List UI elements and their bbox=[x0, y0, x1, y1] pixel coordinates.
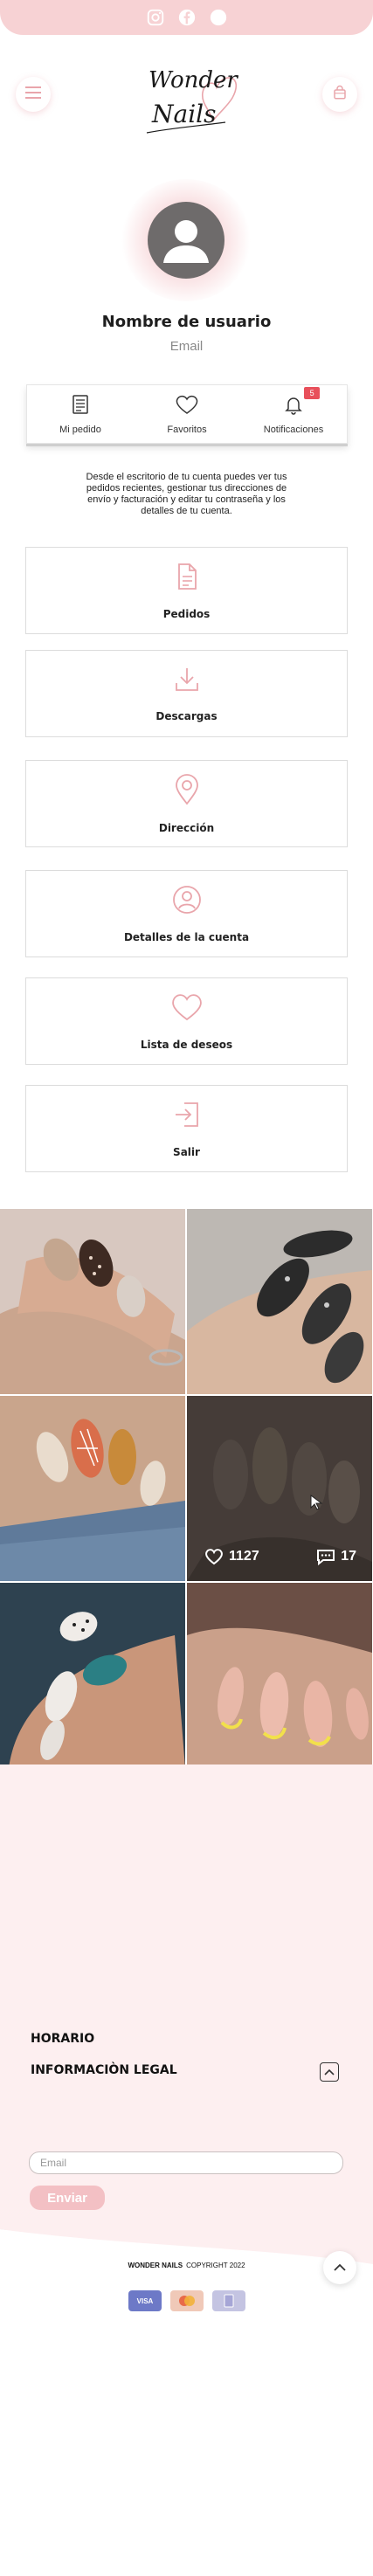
menu-pedidos[interactable]: Pedidos bbox=[25, 547, 348, 634]
circle-icon[interactable] bbox=[208, 7, 229, 28]
menu-salir[interactable]: Salir bbox=[25, 1085, 348, 1172]
gallery-photo-5[interactable] bbox=[0, 1583, 185, 1768]
menu-label: Salir bbox=[173, 1145, 200, 1158]
copyright: WONDER NAILS COPYRIGHT 2022 bbox=[0, 2262, 373, 2269]
accordion-toggle[interactable] bbox=[320, 2062, 339, 2082]
tab-notificaciones[interactable]: 5 Notificaciones bbox=[240, 385, 347, 443]
mastercard-icon bbox=[170, 2290, 204, 2311]
tab-label: Notificaciones bbox=[263, 424, 324, 435]
avatar-wrapper bbox=[121, 179, 252, 301]
user-silhouette-icon bbox=[163, 220, 209, 263]
menu-label: Dirección bbox=[158, 821, 215, 834]
newsletter-email-input[interactable] bbox=[29, 2151, 343, 2174]
menu-lista-deseos[interactable]: Lista de deseos bbox=[25, 977, 348, 1065]
heart-icon bbox=[205, 1549, 223, 1565]
chevron-up-icon bbox=[334, 2260, 346, 2276]
logout-icon bbox=[172, 1100, 202, 1134]
menu-label: Pedidos bbox=[162, 607, 211, 620]
shopping-bag-icon bbox=[332, 85, 348, 105]
tab-mi-pedido[interactable]: Mi pedido bbox=[27, 385, 134, 443]
menu-direccion[interactable]: Dirección bbox=[25, 760, 348, 847]
comments-count: 17 bbox=[316, 1548, 356, 1565]
menu-detalles-cuenta[interactable]: Detalles de la cuenta bbox=[25, 870, 348, 957]
heart-icon bbox=[175, 394, 199, 419]
logo-line1: Wonder bbox=[149, 67, 238, 93]
download-icon bbox=[173, 666, 201, 698]
instagram-icon[interactable] bbox=[145, 7, 166, 28]
cart-button[interactable] bbox=[322, 77, 357, 112]
scroll-to-top-button[interactable] bbox=[323, 2251, 356, 2284]
facebook-icon[interactable] bbox=[176, 7, 197, 28]
avatar[interactable] bbox=[148, 202, 224, 279]
post-stats: 1127 17 bbox=[204, 1548, 356, 1565]
hamburger-icon bbox=[25, 86, 41, 103]
menu-label: Detalles de la cuenta bbox=[123, 930, 250, 943]
footer-wave bbox=[0, 2229, 373, 2334]
order-list-icon bbox=[70, 394, 91, 419]
comment-icon bbox=[317, 1550, 335, 1565]
menu-descargas[interactable]: Descargas bbox=[25, 650, 348, 737]
likes-count: 1127 bbox=[204, 1548, 259, 1565]
menu-label: Descargas bbox=[155, 709, 218, 722]
gallery-photo-1[interactable] bbox=[0, 1209, 185, 1394]
payment-methods: VISA bbox=[128, 2290, 245, 2311]
account-description: Desde el escritorio de tu cuenta puedes … bbox=[86, 472, 287, 516]
username: Nombre de usuario bbox=[101, 313, 272, 331]
accordion-horario[interactable]: HORARIO bbox=[31, 2032, 94, 2046]
heart-icon bbox=[169, 992, 204, 1026]
chevron-up-icon bbox=[324, 2064, 335, 2080]
visa-icon: VISA bbox=[128, 2290, 162, 2311]
bell-icon bbox=[283, 394, 304, 419]
location-pin-icon bbox=[173, 773, 201, 810]
logo[interactable]: Wonder Nails bbox=[140, 52, 245, 148]
tab-favoritos[interactable]: Favoritos bbox=[134, 385, 240, 443]
notification-badge: 5 bbox=[304, 387, 321, 399]
gallery-photo-4[interactable]: 1127 17 bbox=[187, 1396, 372, 1581]
menu-button[interactable] bbox=[16, 77, 51, 112]
user-circle-icon bbox=[172, 885, 202, 919]
gallery-photo-2[interactable] bbox=[187, 1209, 372, 1394]
gallery-photo-6[interactable] bbox=[187, 1583, 372, 1768]
tab-label: Mi pedido bbox=[59, 424, 101, 435]
cursor-icon bbox=[309, 1494, 325, 1511]
copyright-text: COPYRIGHT 2022 bbox=[186, 2262, 245, 2269]
menu-label: Lista de deseos bbox=[140, 1038, 233, 1051]
card-icon bbox=[212, 2290, 245, 2311]
tab-label: Favoritos bbox=[167, 424, 207, 435]
document-icon bbox=[173, 562, 201, 596]
gallery-photo-3[interactable] bbox=[0, 1396, 185, 1581]
header: Wonder Nails bbox=[0, 35, 373, 157]
logo-line2: Nails bbox=[151, 100, 216, 128]
send-button[interactable]: Enviar bbox=[30, 2186, 105, 2210]
social-bar bbox=[0, 0, 373, 35]
accordion-informacion-legal[interactable]: INFORMACIÒN LEGAL bbox=[31, 2063, 177, 2077]
account-tabs: Mi pedido Favoritos 5 Notificaciones bbox=[26, 384, 348, 444]
user-email: Email bbox=[169, 339, 204, 354]
brand-name: WONDER NAILS bbox=[128, 2262, 183, 2269]
